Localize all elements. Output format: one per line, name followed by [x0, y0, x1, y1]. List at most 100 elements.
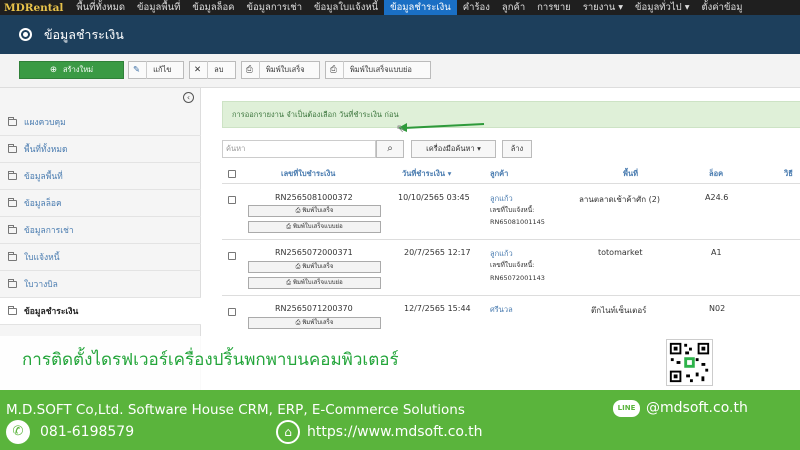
folder-icon — [8, 197, 17, 207]
edit-icon: ✎ — [133, 65, 141, 75]
col-payment-date[interactable]: วันที่ชำระเงิน ▾ — [402, 168, 451, 182]
print-icon: ⎙ — [246, 65, 253, 75]
lock-code: A24.6 — [705, 193, 729, 202]
clear-button[interactable]: ล้าง — [502, 140, 532, 158]
sidebar-item-label: พื้นที่ทั้งหมด — [24, 145, 68, 155]
customer-link[interactable]: ศรีนวล — [490, 304, 513, 316]
payment-date: 10/10/2565 03:45 — [398, 193, 470, 202]
brand-logo[interactable]: MDRental — [0, 2, 70, 14]
sidebar-item-dashboard[interactable]: แผงควบคุม — [0, 109, 201, 136]
nav-settings[interactable]: ตั้งค่าข้อมู — [696, 0, 749, 15]
print-receipt-short-row-label: พิมพ์ใบเสร็จแบบย่อ — [293, 279, 343, 286]
line-icon: LINE — [613, 400, 640, 417]
area-name: totomarket — [598, 248, 643, 257]
search-button[interactable]: ⌕ — [376, 140, 404, 158]
company-tagline: M.D.SOFT Co,Ltd. Software House CRM, ERP… — [6, 402, 465, 418]
payment-date: 12/7/2565 15:44 — [404, 304, 471, 313]
select-all-checkbox[interactable] — [228, 170, 236, 178]
divider — [258, 61, 260, 79]
lock-code: N02 — [709, 304, 726, 313]
screen: MDRental พื้นที่ทั้งหมด ข้อมูลพื้นที่ ข้… — [0, 0, 800, 450]
col-payment-no[interactable]: เลขที่ใบชำระเงิน — [281, 168, 335, 182]
sidebar-item-lock-info[interactable]: ข้อมูลล็อค — [0, 190, 201, 217]
area-name: ลานตลาดเช้าค้าศัก (2) — [579, 195, 660, 204]
edit-button[interactable]: ✎ แก้ไข — [128, 61, 184, 79]
print-icon: ⎙ — [286, 279, 294, 286]
print-receipt-short-row-button[interactable]: ⎙ พิมพ์ใบเสร็จแบบย่อ — [248, 221, 381, 233]
print-receipt-row-button[interactable]: ⎙ พิมพ์ใบเสร็จ — [248, 261, 381, 273]
collapse-sidebar-icon[interactable]: ‹ — [183, 92, 194, 103]
nav-invoice-info[interactable]: ข้อมูลใบแจ้งหนี้ — [308, 0, 384, 15]
nav-area-info[interactable]: ข้อมูลพื้นที่ — [131, 0, 186, 15]
sidebar-item-label: ข้อมูลการเช่า — [24, 226, 74, 236]
invoice-label: เลขที่ใบแจ้งหนี้: — [490, 206, 535, 214]
print-icon: ⎙ — [330, 65, 337, 75]
line-id[interactable]: @mdsoft.co.th — [646, 400, 748, 416]
divider — [222, 183, 800, 184]
search-icon: ⌕ — [387, 143, 393, 154]
nav-requests[interactable]: คำร้อง — [457, 0, 496, 15]
record-icon — [19, 28, 32, 41]
invoice-number: RN65081001145 — [490, 218, 545, 226]
nav-all-areas[interactable]: พื้นที่ทั้งหมด — [70, 0, 131, 15]
phone-number[interactable]: 081-6198579 — [40, 424, 134, 440]
create-new-label: สร้างใหม่ — [63, 65, 94, 74]
sidebar-item-area-info[interactable]: ข้อมูลพื้นที่ — [0, 163, 201, 190]
folder-icon — [8, 278, 17, 288]
nav-payment-info[interactable]: ข้อมูลชำระเงิน — [384, 0, 457, 15]
divider — [222, 295, 800, 296]
payment-number[interactable]: RN2565072000371 — [275, 248, 353, 257]
close-icon: ✕ — [194, 65, 202, 75]
customer-link[interactable]: ลูกแก้ว — [490, 193, 513, 205]
sidebar-item-label: ใบวางบิล — [24, 280, 58, 290]
nav-customers[interactable]: ลูกค้า — [496, 0, 531, 15]
sidebar-item-rental-info[interactable]: ข้อมูลการเช่า — [0, 217, 201, 244]
search-tools-dropdown[interactable]: เครื่องมือค้นหา ▾ — [411, 140, 496, 158]
customer-link[interactable]: ลูกแก้ว — [490, 248, 513, 260]
home-icon: ⌂ — [276, 420, 300, 444]
payment-date: 20/7/2565 12:17 — [404, 248, 471, 257]
row-checkbox[interactable] — [228, 196, 236, 204]
sidebar-item-invoices[interactable]: ใบแจ้งหนี้ — [0, 244, 201, 271]
sidebar-item-label: แผงควบคุม — [24, 118, 66, 128]
sidebar-item-all-areas[interactable]: พื้นที่ทั้งหมด — [0, 136, 201, 163]
create-new-button[interactable]: ⊕ สร้างใหม่ — [19, 61, 124, 79]
edit-label: แก้ไข — [153, 65, 172, 74]
row-checkbox[interactable] — [228, 252, 236, 260]
print-receipt-row-button[interactable]: ⎙ พิมพ์ใบเสร็จ — [248, 205, 381, 217]
col-customer[interactable]: ลูกค้า — [490, 168, 508, 182]
row-checkbox[interactable] — [228, 308, 236, 316]
col-method[interactable]: วิธี — [784, 168, 793, 182]
print-receipt-row-label: พิมพ์ใบเสร็จ — [302, 207, 334, 214]
nav-sales[interactable]: การขาย — [531, 0, 577, 15]
folder-icon — [8, 305, 17, 315]
search-input[interactable]: ค้นหา — [222, 140, 376, 158]
lock-code: A1 — [711, 248, 722, 257]
nav-general-info[interactable]: ข้อมูลทั่วไป ▾ — [629, 0, 695, 15]
sidebar-item-label: ข้อมูลชำระเงิน — [24, 307, 79, 317]
nav-lock-info[interactable]: ข้อมูลล็อค — [186, 0, 240, 15]
col-lock[interactable]: ล็อค — [709, 168, 723, 182]
col-area[interactable]: พื้นที่ — [623, 168, 638, 182]
print-receipt-button[interactable]: ⎙ พิมพ์ใบเสร็จ — [241, 61, 320, 79]
print-receipt-row-button[interactable]: ⎙ พิมพ์ใบเสร็จ — [248, 317, 381, 329]
sidebar-item-payment-info[interactable]: ข้อมูลชำระเงิน — [0, 298, 201, 325]
info-alert: การออกรายงาน จำเป็นต้องเลือก วันที่ชำระเ… — [222, 101, 800, 128]
print-receipt-short-row-button[interactable]: ⎙ พิมพ์ใบเสร็จแบบย่อ — [248, 277, 381, 289]
sidebar-item-label: ใบแจ้งหนี้ — [24, 253, 60, 263]
folder-icon — [8, 143, 17, 153]
divider — [222, 239, 800, 240]
print-receipt-short-button[interactable]: ⎙ พิมพ์ใบเสร็จแบบย่อ — [325, 61, 431, 79]
payment-number[interactable]: RN2565071200370 — [275, 304, 353, 313]
sidebar-item-billing[interactable]: ใบวางบิล — [0, 271, 201, 298]
nav-rental-info[interactable]: ข้อมูลการเช่า — [241, 0, 309, 15]
sidebar-item-label: ข้อมูลพื้นที่ — [24, 172, 63, 182]
phone-icon: ✆ — [6, 420, 30, 444]
website-link[interactable]: https://www.mdsoft.co.th — [307, 424, 483, 440]
toolbar: ⊕ สร้างใหม่ ✎ แก้ไข ✕ ลบ ⎙ พิมพ์ใบเสร็จ … — [0, 54, 800, 88]
video-caption: การติดตั้งไดรฟเวอร์เครื่องปริ้นพกพาบนคอม… — [22, 350, 399, 370]
delete-button[interactable]: ✕ ลบ — [189, 61, 236, 79]
payment-number[interactable]: RN2565081000372 — [275, 193, 353, 202]
page-title: ข้อมูลชำระเงิน — [44, 26, 124, 42]
nav-reports[interactable]: รายงาน ▾ — [577, 0, 629, 15]
